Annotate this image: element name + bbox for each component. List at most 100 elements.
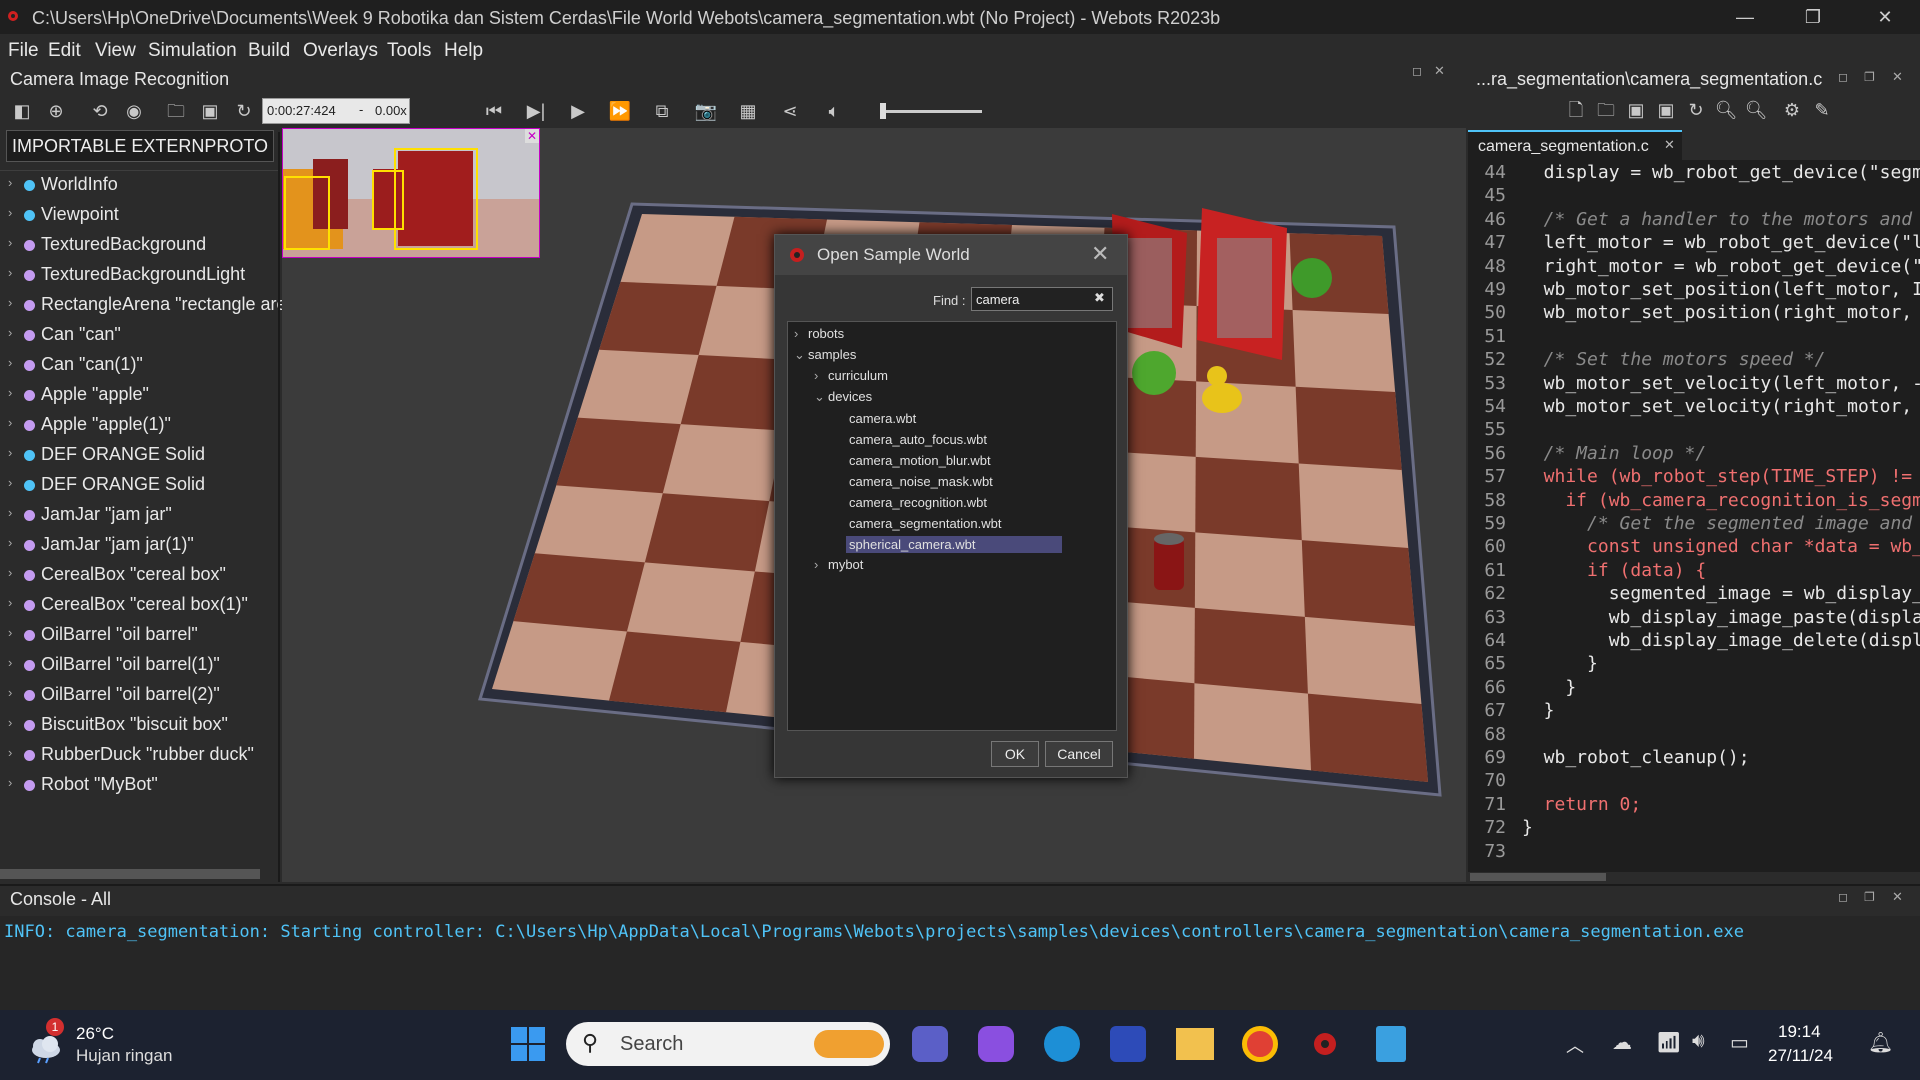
- scene-float-icon[interactable]: ◻: [1412, 64, 1426, 78]
- code-line[interactable]: 69 wb_robot_cleanup();: [1468, 747, 1920, 770]
- find-icon[interactable]: 🔍︎: [1714, 98, 1738, 122]
- tree-file-item[interactable]: camera_recognition.wbt: [846, 494, 990, 511]
- console-output[interactable]: INFO: camera_segmentation: Starting cont…: [0, 916, 1920, 1010]
- build-gear-icon[interactable]: ⚙: [1780, 98, 1804, 122]
- scene-tree-item[interactable]: › WorldInfo: [0, 171, 280, 201]
- code-line[interactable]: 51: [1468, 326, 1920, 349]
- code-line[interactable]: 46 /* Get a handler to the motors and :: [1468, 209, 1920, 232]
- save-file-icon[interactable]: ▣: [1624, 98, 1648, 122]
- chevron-right-icon[interactable]: ›: [8, 655, 12, 670]
- code-line[interactable]: 71 return 0;: [1468, 794, 1920, 817]
- cancel-button[interactable]: Cancel: [1045, 741, 1113, 767]
- copilot-icon[interactable]: [978, 1026, 1014, 1062]
- scene-tree-item[interactable]: › TexturedBackground: [0, 231, 280, 261]
- scene-tree-item[interactable]: › Apple "apple(1)": [0, 411, 280, 441]
- webots-taskbar-icon[interactable]: [1308, 1028, 1342, 1060]
- taskbar-search[interactable]: ⚲ Search: [566, 1022, 890, 1066]
- vscode-icon[interactable]: [1110, 1026, 1146, 1062]
- code-line[interactable]: 59 /* Get the segmented image and c: [1468, 513, 1920, 536]
- chrome-icon[interactable]: [1242, 1026, 1278, 1062]
- console-maximize-icon[interactable]: ❐: [1864, 890, 1875, 904]
- code-line[interactable]: 70: [1468, 770, 1920, 793]
- chevron-right-icon[interactable]: ›: [8, 595, 12, 610]
- chevron-right-icon[interactable]: ›: [8, 685, 12, 700]
- chevron-right-icon[interactable]: ›: [8, 745, 12, 760]
- scene-tree-item[interactable]: › DEF ORANGE Solid: [0, 441, 280, 471]
- editor-scrollbar[interactable]: [1470, 873, 1606, 881]
- edge-icon[interactable]: [1044, 1026, 1080, 1062]
- battery-icon[interactable]: ▭: [1730, 1030, 1749, 1055]
- chevron-right-icon[interactable]: ›: [8, 235, 12, 250]
- maximize-button[interactable]: ❐: [1784, 0, 1842, 34]
- screenshot-icon[interactable]: 📷: [694, 99, 718, 123]
- code-line[interactable]: 61 if (data) {: [1468, 560, 1920, 583]
- chevron-up-icon[interactable]: ︿: [1566, 1032, 1584, 1058]
- teams-icon[interactable]: [912, 1026, 948, 1062]
- scene-tree-item[interactable]: › OilBarrel "oil barrel(1)": [0, 651, 280, 681]
- code-line[interactable]: 57 while (wb_robot_step(TIME_STEP) != -: [1468, 466, 1920, 489]
- code-line[interactable]: 68: [1468, 724, 1920, 747]
- menu-simulation[interactable]: Simulation: [148, 40, 237, 62]
- code-line[interactable]: 66 }: [1468, 677, 1920, 700]
- code-line[interactable]: 60 const unsigned char *data = wb_: [1468, 536, 1920, 559]
- dialog-close-icon[interactable]: ✕: [1091, 241, 1109, 267]
- open-file-icon[interactable]: 🗀: [1594, 98, 1618, 122]
- tree-node-samples[interactable]: ⌄ samples: [794, 347, 856, 363]
- scene-tree-item[interactable]: › Can "can(1)": [0, 351, 280, 381]
- chevron-right-icon[interactable]: ›: [8, 415, 12, 430]
- step-icon[interactable]: ▶|: [524, 99, 548, 123]
- scene-tree-item[interactable]: › Viewpoint: [0, 201, 280, 231]
- overlay-close-icon[interactable]: ✕: [525, 129, 539, 143]
- code-line[interactable]: 73: [1468, 841, 1920, 864]
- tree-node-robots[interactable]: › robots: [794, 326, 844, 341]
- code-line[interactable]: 65 }: [1468, 653, 1920, 676]
- tab-camera-segmentation[interactable]: camera_segmentation.c ✕: [1468, 130, 1682, 160]
- code-line[interactable]: 54 wb_motor_set_velocity(right_motor, !: [1468, 396, 1920, 419]
- wifi-icon[interactable]: 📶︎: [1656, 1030, 1681, 1055]
- tree-node-curriculum[interactable]: › curriculum: [814, 368, 888, 383]
- file-explorer-icon[interactable]: [1176, 1028, 1214, 1060]
- code-line[interactable]: 56 /* Main loop */: [1468, 443, 1920, 466]
- chevron-right-icon[interactable]: ›: [8, 715, 12, 730]
- notification-bell-icon[interactable]: 🔔︎: [1868, 1030, 1893, 1055]
- scene-tree-item[interactable]: › Can "can": [0, 321, 280, 351]
- code-area[interactable]: 44 display = wb_robot_get_device("segm 45…: [1468, 160, 1920, 872]
- reset-viewpoint-icon[interactable]: ⟲: [88, 99, 112, 123]
- code-line[interactable]: 53 wb_motor_set_velocity(left_motor, -!: [1468, 373, 1920, 396]
- eye-icon[interactable]: ◉: [122, 99, 146, 123]
- console-float-icon[interactable]: ◻: [1838, 890, 1848, 904]
- camera-overlay[interactable]: ✕: [282, 128, 540, 258]
- chevron-right-icon[interactable]: ›: [8, 175, 12, 190]
- close-button[interactable]: ✕: [1856, 0, 1914, 34]
- find-input[interactable]: camera ✖: [971, 287, 1113, 311]
- code-line[interactable]: 45: [1468, 185, 1920, 208]
- menu-view[interactable]: View: [95, 40, 136, 62]
- console-close-icon[interactable]: ✕: [1892, 889, 1903, 905]
- scene-tree-item[interactable]: › OilBarrel "oil barrel(2)": [0, 681, 280, 711]
- importable-externproto-button[interactable]: IMPORTABLE EXTERNPROTO: [6, 130, 274, 162]
- save-world-icon[interactable]: ▣: [198, 99, 222, 123]
- ok-button[interactable]: OK: [991, 741, 1039, 767]
- chevron-right-icon[interactable]: ›: [8, 325, 12, 340]
- code-line[interactable]: 44 display = wb_robot_get_device("segm: [1468, 162, 1920, 185]
- play-icon[interactable]: ▶: [566, 99, 590, 123]
- new-file-icon[interactable]: 🗋: [1564, 98, 1588, 122]
- code-line[interactable]: 49 wb_motor_set_position(left_motor, II: [1468, 279, 1920, 302]
- tree-file-item[interactable]: camera.wbt: [846, 410, 919, 427]
- tree-file-item[interactable]: camera_auto_focus.wbt: [846, 431, 990, 448]
- menu-tools[interactable]: Tools: [387, 40, 431, 62]
- code-line[interactable]: 58 if (wb_camera_recognition_is_segm: [1468, 490, 1920, 513]
- code-line[interactable]: 48 right_motor = wb_robot_get_device("r: [1468, 256, 1920, 279]
- tree-node-mybot[interactable]: › mybot: [814, 557, 863, 572]
- scene-close-icon[interactable]: ✕: [1434, 63, 1448, 78]
- minimize-button[interactable]: —: [1716, 0, 1774, 34]
- code-line[interactable]: 72}: [1468, 817, 1920, 840]
- chevron-right-icon[interactable]: ›: [8, 295, 12, 310]
- scene-tree-item[interactable]: › Robot "MyBot": [0, 771, 280, 801]
- chevron-right-icon[interactable]: ›: [8, 355, 12, 370]
- tree-node-devices[interactable]: ⌄ devices: [814, 389, 872, 405]
- scene-tree-item[interactable]: › CerealBox "cereal box(1)": [0, 591, 280, 621]
- code-line[interactable]: 47 left_motor = wb_robot_get_device("l: [1468, 232, 1920, 255]
- reset-simulation-icon[interactable]: ⏮: [482, 99, 506, 123]
- chevron-right-icon[interactable]: ›: [8, 535, 12, 550]
